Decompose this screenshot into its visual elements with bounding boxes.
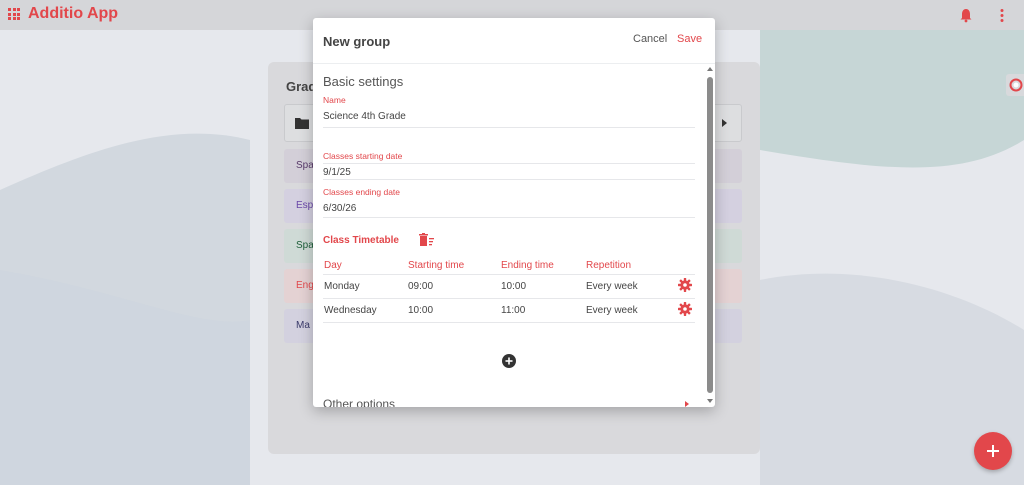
table-cell-start: 09:00 bbox=[408, 281, 434, 292]
group-row-label: Spa bbox=[296, 160, 314, 171]
other-options-toggle[interactable]: Other options bbox=[323, 397, 395, 407]
start-date-top-line bbox=[323, 163, 695, 164]
dialog-body: Basic settings Name Science 4th Grade Cl… bbox=[313, 65, 705, 407]
scroll-down-arrow-icon[interactable] bbox=[707, 399, 713, 403]
group-row-label: Esp bbox=[296, 200, 314, 211]
start-date-label: Classes starting date bbox=[323, 151, 403, 161]
table-row-line bbox=[323, 322, 695, 323]
table-cell-end: 10:00 bbox=[501, 281, 527, 292]
group-row-label: Eng bbox=[296, 280, 314, 291]
scroll-thumb[interactable] bbox=[707, 77, 713, 393]
new-group-dialog: New group Cancel Save Basic settings Nam… bbox=[313, 18, 715, 407]
groups-card-title: Grad bbox=[286, 79, 317, 94]
dialog-header: New group Cancel Save bbox=[313, 18, 715, 64]
more-vertical-icon[interactable] bbox=[995, 8, 1009, 23]
gear-icon[interactable] bbox=[678, 302, 692, 316]
start-date-field[interactable]: 9/1/25 bbox=[323, 167, 351, 178]
delete-timetable-icon[interactable] bbox=[419, 233, 435, 246]
add-fab-button[interactable] bbox=[974, 432, 1012, 470]
folder-icon[interactable] bbox=[295, 117, 309, 129]
end-date-underline bbox=[323, 217, 695, 218]
add-circle-icon[interactable] bbox=[502, 354, 516, 368]
table-cell-repetition: Every week bbox=[586, 305, 638, 316]
class-timetable-heading: Class Timetable bbox=[323, 235, 399, 246]
group-row-label: Spa bbox=[296, 240, 314, 251]
chevron-right-icon[interactable] bbox=[685, 401, 689, 407]
column-header-repetition: Repetition bbox=[586, 260, 632, 271]
table-cell-day: Wednesday bbox=[324, 305, 377, 316]
name-label: Name bbox=[323, 95, 346, 105]
save-button[interactable]: Save bbox=[677, 33, 702, 45]
end-date-field[interactable]: 6/30/26 bbox=[323, 203, 356, 214]
help-tab[interactable] bbox=[1006, 74, 1024, 96]
dialog-scrollbar[interactable] bbox=[705, 65, 715, 407]
table-header-line bbox=[323, 274, 695, 275]
column-header-starting-time: Starting time bbox=[408, 260, 465, 271]
name-field[interactable]: Science 4th Grade bbox=[323, 111, 406, 122]
basic-settings-heading: Basic settings bbox=[323, 74, 404, 89]
table-cell-repetition: Every week bbox=[586, 281, 638, 292]
column-header-ending-time: Ending time bbox=[501, 260, 554, 271]
dialog-title: New group bbox=[323, 34, 391, 49]
gear-icon[interactable] bbox=[678, 278, 692, 292]
table-row-line bbox=[323, 298, 695, 299]
end-date-label: Classes ending date bbox=[323, 187, 401, 197]
table-cell-start: 10:00 bbox=[408, 305, 434, 316]
grid-apps-icon[interactable] bbox=[8, 8, 20, 20]
table-cell-day: Monday bbox=[324, 281, 360, 292]
name-underline bbox=[323, 127, 695, 128]
bell-icon[interactable] bbox=[959, 8, 973, 23]
cancel-button[interactable]: Cancel bbox=[633, 33, 667, 45]
chevron-right-icon[interactable] bbox=[722, 119, 727, 127]
column-header-day: Day bbox=[324, 260, 342, 271]
scroll-up-arrow-icon[interactable] bbox=[707, 67, 713, 71]
lifebuoy-icon bbox=[1009, 78, 1023, 92]
table-cell-end: 11:00 bbox=[501, 305, 526, 316]
start-date-underline bbox=[323, 179, 695, 180]
group-row-label: Ma bbox=[296, 320, 310, 331]
app-title: Additio App bbox=[28, 5, 119, 22]
